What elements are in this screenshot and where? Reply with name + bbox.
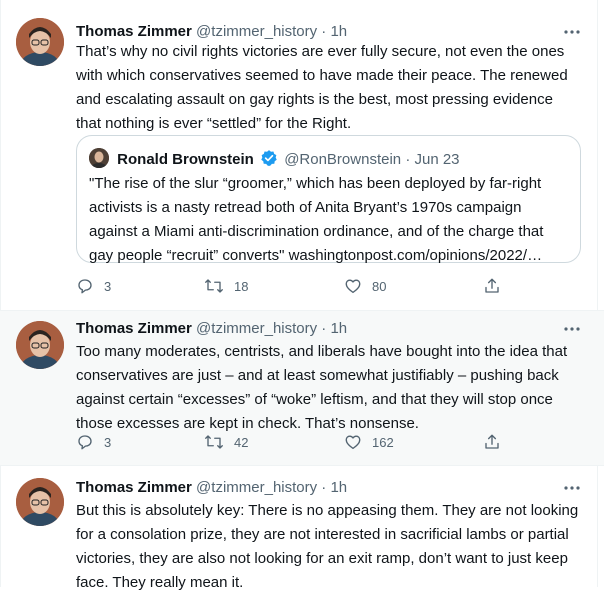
verified-badge-icon bbox=[260, 149, 278, 173]
like-count: 162 bbox=[372, 435, 394, 450]
more-icon bbox=[564, 486, 580, 490]
reply-icon bbox=[78, 435, 92, 450]
quoted-author-handle: @RonBrownstein bbox=[284, 151, 402, 168]
tweet-header: Thomas Zimmer @tzimmer_history · 1h bbox=[76, 478, 347, 498]
tweet-text: Too many moderates, centrists, and liber… bbox=[76, 343, 568, 432]
quoted-tweet-time: Jun 23 bbox=[414, 151, 460, 168]
share-icon bbox=[485, 278, 499, 293]
tweet-actions: 3 42 162 bbox=[76, 433, 506, 453]
author-name[interactable]: Thomas Zimmer bbox=[76, 23, 192, 40]
header-separator: · bbox=[321, 23, 327, 40]
more-icon bbox=[564, 30, 580, 34]
header-separator: · bbox=[321, 479, 327, 496]
share-button[interactable] bbox=[483, 277, 511, 297]
quoted-author-name: Ronald Brownstein bbox=[117, 151, 254, 168]
tweet-2[interactable]: Thomas Zimmer @tzimmer_history · 1h Too … bbox=[0, 311, 604, 465]
more-button[interactable] bbox=[562, 319, 582, 339]
like-button[interactable]: 80 bbox=[344, 277, 386, 297]
tweet-time[interactable]: 1h bbox=[330, 320, 347, 337]
author-avatar[interactable] bbox=[16, 18, 64, 66]
author-avatar[interactable] bbox=[16, 478, 64, 526]
tweet-text: But this is absolutely key: There is no … bbox=[76, 502, 579, 591]
reply-icon bbox=[78, 279, 92, 294]
author-name[interactable]: Thomas Zimmer bbox=[76, 479, 192, 496]
author-name[interactable]: Thomas Zimmer bbox=[76, 320, 192, 337]
tweet-time[interactable]: 1h bbox=[330, 479, 347, 496]
retweet-button[interactable]: 18 bbox=[204, 277, 248, 297]
quoted-tweet-header: Ronald Brownstein @RonBrownstein · Jun 2… bbox=[89, 148, 460, 168]
quoted-avatar-portrait-icon bbox=[89, 148, 109, 168]
reply-count: 3 bbox=[104, 279, 112, 294]
retweet-button[interactable]: 42 bbox=[204, 433, 248, 453]
like-icon bbox=[345, 435, 361, 450]
tweet-3[interactable]: Thomas Zimmer @tzimmer_history · 1h But … bbox=[0, 466, 604, 591]
like-button[interactable]: 162 bbox=[344, 433, 394, 453]
retweet-count: 18 bbox=[234, 279, 249, 294]
more-icon bbox=[564, 327, 580, 331]
like-icon bbox=[345, 279, 361, 294]
share-icon bbox=[485, 434, 499, 449]
quoted-header-separator: · bbox=[405, 151, 411, 168]
quoted-tweet[interactable]: Ronald Brownstein @RonBrownstein · Jun 2… bbox=[76, 135, 581, 264]
retweet-icon bbox=[205, 435, 223, 449]
share-button[interactable] bbox=[483, 433, 511, 453]
author-avatar[interactable] bbox=[16, 321, 64, 369]
tweet-actions: 3 18 80 bbox=[76, 277, 506, 297]
quoted-tweet-text: "The rise of the slur “groomer,” which h… bbox=[89, 175, 544, 264]
tweet-header: Thomas Zimmer @tzimmer_history · 1h bbox=[76, 319, 347, 339]
retweet-icon bbox=[205, 279, 223, 293]
more-button[interactable] bbox=[562, 478, 582, 498]
avatar-portrait-icon bbox=[16, 321, 64, 369]
reply-button[interactable]: 3 bbox=[76, 433, 111, 453]
header-separator: · bbox=[321, 320, 327, 337]
quoted-author-avatar bbox=[89, 148, 109, 168]
author-handle[interactable]: @tzimmer_history bbox=[196, 23, 317, 40]
author-handle[interactable]: @tzimmer_history bbox=[196, 320, 317, 337]
more-button[interactable] bbox=[562, 22, 582, 42]
tweet-1[interactable]: Thomas Zimmer @tzimmer_history · 1h That… bbox=[0, 0, 604, 310]
reply-button[interactable]: 3 bbox=[76, 277, 111, 297]
avatar-portrait-icon bbox=[16, 18, 64, 66]
like-count: 80 bbox=[372, 279, 387, 294]
tweet-time[interactable]: 1h bbox=[330, 23, 347, 40]
tweet-header: Thomas Zimmer @tzimmer_history · 1h bbox=[76, 22, 347, 42]
author-handle[interactable]: @tzimmer_history bbox=[196, 479, 317, 496]
retweet-count: 42 bbox=[234, 435, 249, 450]
reply-count: 3 bbox=[104, 435, 112, 450]
tweet-text: That’s why no civil rights victories are… bbox=[76, 43, 568, 132]
avatar-portrait-icon bbox=[16, 478, 64, 526]
